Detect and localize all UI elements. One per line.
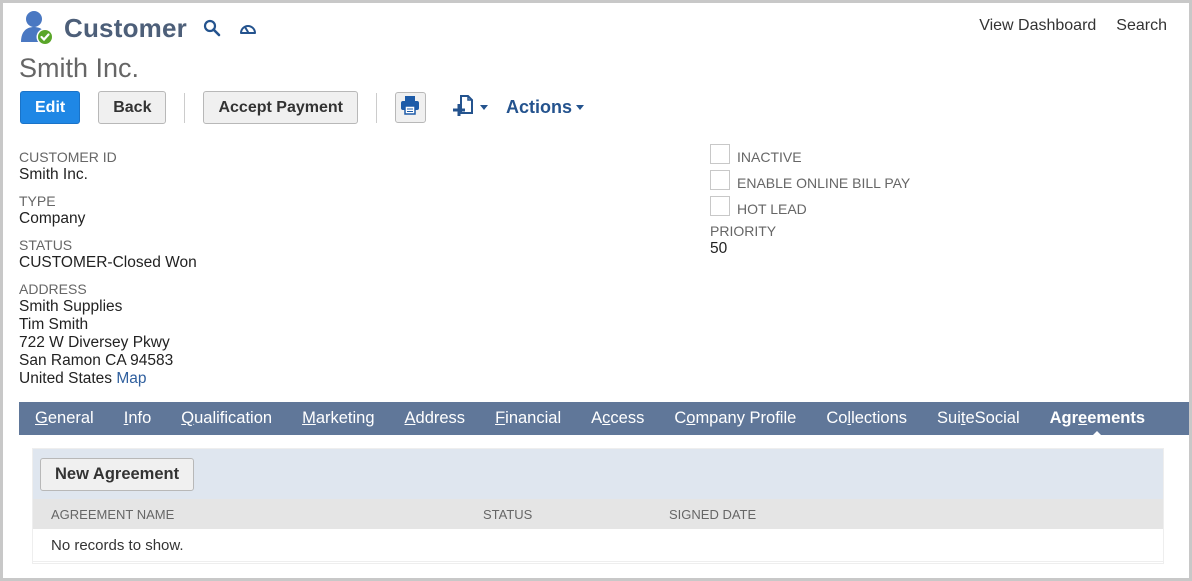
checkbox-hot-lead: HOT LEAD [710, 193, 910, 219]
tab-label-part: ements [1087, 409, 1146, 427]
record-name: Smith Inc. [19, 53, 140, 83]
page-header: Customer [20, 9, 259, 47]
search-icon[interactable] [201, 17, 223, 39]
customer-user-check-icon [20, 9, 54, 47]
new-document-plus-icon [452, 93, 476, 122]
column-header-signed-date[interactable]: SIGNED DATE [669, 507, 756, 522]
tab-collections[interactable]: Collections [826, 409, 907, 428]
tab-label-part: eSocial [965, 409, 1020, 427]
tab-qualification[interactable]: Qualification [181, 409, 272, 428]
field-value: 50 [710, 240, 728, 257]
checkbox-enable-online-bill-pay: ENABLE ONLINE BILL PAY [710, 167, 910, 193]
dashboard-gauge-icon[interactable] [237, 17, 259, 39]
tab-info[interactable]: Info [124, 409, 152, 428]
field-label: STATUS [19, 237, 73, 253]
tab-marketing[interactable]: Marketing [302, 409, 374, 428]
field-value: Smith Inc. [19, 166, 88, 183]
tab-accesskey: G [35, 409, 48, 427]
new-agreement-button[interactable]: New Agreement [40, 457, 195, 491]
search-link[interactable]: Search [1116, 17, 1167, 35]
enable-online-bill-pay-checkbox[interactable] [710, 170, 730, 190]
field-label: PRIORITY [710, 223, 777, 239]
top-links: View Dashboard Search [979, 17, 1167, 35]
primary-fields-right: INACTIVE ENABLE ONLINE BILL PAY HOT LEAD… [710, 141, 910, 267]
address-line: 722 W Diversey Pkwy [19, 334, 170, 351]
chevron-down-icon [479, 105, 488, 110]
checkbox-inactive: INACTIVE [710, 141, 910, 167]
hot-lead-checkbox[interactable] [710, 196, 730, 216]
empty-message: No records to show. [51, 536, 184, 554]
field-value: Company [19, 210, 86, 227]
tab-label-part: C [674, 409, 687, 427]
address-line: San Ramon CA 94583 [19, 352, 174, 369]
address-line-country: United States Map [19, 370, 197, 388]
field-label: TYPE [19, 193, 56, 209]
page-title: Customer [64, 12, 187, 43]
tab-agreements[interactable]: Agreements [1049, 409, 1146, 438]
tab-label-part: nfo [128, 409, 152, 427]
address-country: United States [19, 370, 113, 387]
field-customer-id: CUSTOMER ID Smith Inc. [19, 149, 197, 184]
tab-label-part: mpany Profile [695, 409, 797, 427]
toolbar-divider [375, 92, 377, 123]
tab-access[interactable]: Access [591, 409, 644, 428]
tab-address[interactable]: Address [405, 409, 466, 428]
tab-general[interactable]: General [35, 409, 94, 428]
inactive-checkbox[interactable] [710, 144, 730, 164]
tab-accesskey: e [1078, 409, 1088, 427]
new-document-menu[interactable] [452, 93, 488, 122]
field-type: TYPE Company [19, 193, 197, 228]
checkbox-label: HOT LEAD [737, 200, 807, 217]
field-priority: PRIORITY 50 [710, 223, 910, 258]
agreements-sublist: New Agreement AGREEMENT NAME STATUS SIGN… [32, 448, 1164, 564]
actions-label: Actions [505, 97, 572, 117]
tab-label-part: arketing [315, 409, 375, 427]
tab-label-part: ddress [415, 409, 466, 427]
address-line: Smith Supplies [19, 298, 123, 315]
tab-financial[interactable]: Financial [495, 409, 561, 428]
tab-label-part: Co [826, 409, 848, 427]
empty-row: No records to show. [33, 529, 1163, 562]
tab-accesskey: A [404, 409, 416, 427]
tab-label-part: A [591, 409, 603, 427]
toolbar-divider [184, 92, 186, 123]
printer-icon [400, 95, 420, 120]
field-label: CUSTOMER ID [19, 149, 117, 165]
record-toolbar: Edit Back Accept Payment Actions [20, 91, 584, 124]
column-header-agreement-name[interactable]: AGREEMENT NAME [51, 507, 174, 522]
tab-label-part: inancial [505, 409, 562, 427]
table-header: AGREEMENT NAME STATUS SIGNED DATE [33, 499, 1163, 529]
map-link[interactable]: Map [116, 370, 146, 387]
tab-label-part: ualification [194, 409, 273, 427]
accept-payment-button[interactable]: Accept Payment [203, 91, 358, 124]
chevron-down-icon [575, 105, 584, 110]
tab-suitesocial[interactable]: SuiteSocial [937, 409, 1020, 428]
tab-label-part: cess [610, 409, 645, 427]
field-value: CUSTOMER-Closed Won [19, 254, 197, 271]
record-page: Customer View Dashboard Search Smith Inc… [3, 3, 1189, 578]
checkbox-label: INACTIVE [737, 148, 802, 165]
edit-button[interactable]: Edit [20, 91, 81, 124]
primary-fields-left: CUSTOMER ID Smith Inc. TYPE Company STAT… [19, 149, 197, 397]
tab-accesskey: M [302, 409, 316, 427]
checkbox-label: ENABLE ONLINE BILL PAY [737, 174, 911, 191]
tab-accesskey: Q [181, 409, 195, 427]
tab-company-profile[interactable]: Company Profile [674, 409, 796, 428]
sublist-toolbar: New Agreement [33, 449, 1163, 499]
print-button[interactable] [394, 92, 426, 123]
subtab-bar: General Info Qualification Marketing Address… [19, 402, 1189, 438]
tab-label-part: Agr [1049, 409, 1079, 427]
actions-menu[interactable]: Actions [506, 97, 584, 118]
back-button[interactable]: Back [98, 91, 167, 124]
address-line: Tim Smith [19, 316, 89, 333]
tab-label-part: Sui [937, 409, 961, 427]
tab-label-part: eneral [47, 409, 94, 427]
tab-accesskey: F [495, 409, 506, 427]
view-dashboard-link[interactable]: View Dashboard [979, 17, 1096, 35]
column-header-status[interactable]: STATUS [483, 507, 532, 522]
tab-label-part: lections [851, 409, 908, 427]
field-label: ADDRESS [19, 281, 87, 297]
field-status: STATUS CUSTOMER-Closed Won [19, 237, 197, 272]
field-address: ADDRESS Smith Supplies Tim Smith 722 W D… [19, 281, 197, 388]
